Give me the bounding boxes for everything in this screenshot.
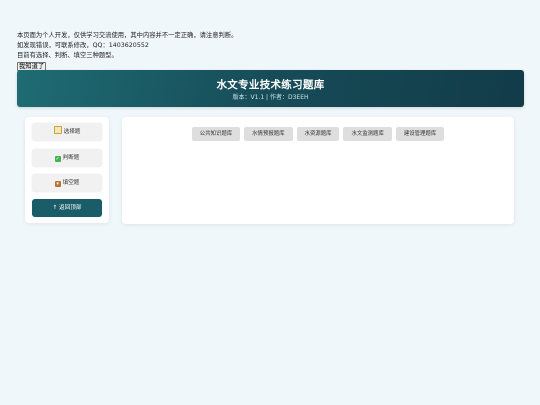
tab-construction-management[interactable]: 建设管理题库 (395, 127, 445, 141)
page-title: 水文专业技术练习题库 (216, 79, 325, 91)
question-bank-panel: 公共知识题库 水情预报题库 水资源题库 水文监测题库 建设管理题库 (122, 117, 514, 224)
sidebar-item-true-false[interactable]: ✓ 判断题 (32, 149, 102, 167)
question-bank-tabs: 公共知识题库 水情预报题库 水资源题库 水文监测题库 建设管理题库 (122, 127, 514, 141)
inbox-icon: ▾ (54, 181, 61, 187)
page-header: 水文专业技术练习题库 版本：V1.1 | 作者：D3EEH (17, 70, 524, 107)
tab-hydrological-forecast[interactable]: 水情预报题库 (244, 127, 293, 141)
version-author-info: 版本：V1.1 | 作者：D3EEH (232, 94, 309, 101)
notice-line-1: 本页面为个人开发，仅供学习交流使用，其中内容并不一定正确，请注意判断。 (17, 32, 238, 39)
tab-public-knowledge[interactable]: 公共知识题库 (191, 127, 241, 141)
back-to-top-label: ↑ 返回顶部 (52, 205, 82, 211)
memo-icon (53, 126, 62, 134)
tab-water-resources[interactable]: 水资源题库 (296, 127, 340, 141)
sidebar-item-label: 填空题 (62, 180, 80, 186)
question-type-sidebar: 选择题 ✓ 判断题 ▾ 填空题 ↑ 返回顶部 (25, 117, 109, 223)
notice-line-3: 目前有选择、判断、填空三种题型。 (17, 52, 118, 59)
check-mark-icon: ✓ (54, 156, 61, 162)
back-to-top-button[interactable]: ↑ 返回顶部 (32, 199, 102, 217)
tab-hydrological-monitoring[interactable]: 水文监测题库 (343, 127, 392, 141)
disclaimer-notice: 本页面为个人开发，仅供学习交流使用，其中内容并不一定正确，请注意判断。 如发现错… (17, 31, 527, 72)
sidebar-item-fill-blank[interactable]: ▾ 填空题 (32, 174, 102, 192)
sidebar-item-label: 判断题 (62, 155, 80, 161)
sidebar-item-multiple-choice[interactable]: 选择题 (32, 123, 102, 141)
sidebar-item-label: 选择题 (63, 129, 81, 135)
notice-line-2: 如发现错误，可联系修改，QQ：1403620552 (17, 42, 149, 49)
